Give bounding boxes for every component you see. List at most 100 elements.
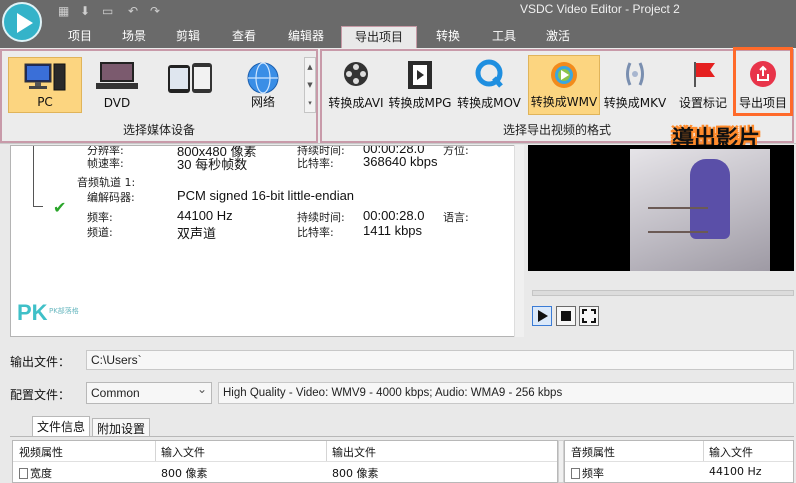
menu-activate[interactable]: 激活 <box>536 26 580 48</box>
stop-icon <box>561 311 571 321</box>
menu-editor[interactable]: 编辑器 <box>280 26 332 48</box>
column-separator <box>703 441 704 461</box>
audio-language-label: 语言: <box>443 211 469 224</box>
window-title: VSDC Video Editor - Project 2 <box>520 2 680 16</box>
menu-convert[interactable]: 转换 <box>426 26 470 48</box>
video-bitrate-value: 368640 kbps <box>363 154 438 169</box>
quicktime-icon <box>475 59 503 88</box>
tab-extra-settings[interactable]: 附加设置 <box>92 418 151 436</box>
tree-line <box>33 146 34 206</box>
table-row[interactable]: 宽度 <box>19 465 52 481</box>
output-file-field[interactable]: C:\Users` <box>86 350 794 370</box>
audio-frequency-label: 频率: <box>87 211 113 224</box>
audio-bitrate-label: 比特率: <box>297 226 334 239</box>
film-reel-icon <box>344 62 368 86</box>
video-table-header-property: 视频属性 <box>19 446 63 459</box>
document-icon <box>571 468 580 479</box>
video-table-header-input: 输入文件 <box>161 446 205 459</box>
menu-export-project[interactable]: 导出项目 <box>341 26 417 48</box>
quick-access-save-icon[interactable]: ▦ <box>58 4 69 18</box>
play-button[interactable] <box>532 306 552 326</box>
profile-label: 配置文件： <box>10 388 71 402</box>
app-logo-icon[interactable] <box>2 2 42 42</box>
windows-media-icon <box>551 62 577 88</box>
audio-codec-label: 编解码器: <box>87 191 135 204</box>
device-web-label: 网络 <box>250 95 275 109</box>
preview-frame-image <box>630 149 770 271</box>
desktop-pc-icon <box>24 63 66 91</box>
device-dvd-button[interactable]: DVD <box>84 57 150 113</box>
video-preview <box>528 145 794 271</box>
convert-mkv-button[interactable]: 转换成MKV <box>602 55 668 115</box>
convert-mpg-label: 转换成MPG <box>388 96 452 110</box>
audio-frequency-table-label: 频率 <box>582 467 604 480</box>
video-table-header-output: 输出文件 <box>332 446 376 459</box>
check-icon: ✔ <box>53 198 67 217</box>
undo-icon[interactable]: ↶ <box>128 4 138 18</box>
column-separator <box>155 441 156 461</box>
menu-scene[interactable]: 场景 <box>112 26 156 48</box>
audio-channels-value: 双声道 <box>177 226 217 241</box>
device-pc-button[interactable]: PC <box>8 57 82 113</box>
watermark-logo: PK <box>17 300 48 325</box>
table-row[interactable]: 频率 <box>571 465 604 481</box>
audio-properties-table: 音频属性 输入文件 频率 44100 Hz <box>564 440 794 483</box>
menu-view[interactable]: 查看 <box>222 26 266 48</box>
video-framerate-label: 帧速率: <box>87 157 124 170</box>
convert-wmv-button[interactable]: 转换成WMV <box>528 55 600 115</box>
device-web-button[interactable]: 网络 <box>230 57 296 113</box>
play-icon <box>538 310 548 322</box>
audio-table-header-property: 音频属性 <box>571 446 615 459</box>
video-width-label: 宽度 <box>30 467 52 480</box>
device-mobile-button[interactable] <box>156 57 226 113</box>
video-width-input-value: 800 像素 <box>161 467 208 480</box>
row-separator <box>565 461 793 462</box>
device-gallery-scroll[interactable]: ▲ ▼ ▾ <box>304 57 316 113</box>
quick-access-download-icon[interactable]: ⬇ <box>80 4 90 18</box>
tab-file-info[interactable]: 文件信息 <box>32 416 91 436</box>
info-scrollbar[interactable] <box>514 145 524 337</box>
audio-duration-value: 00:00:28.0 <box>363 208 425 223</box>
menu-edit[interactable]: 剪辑 <box>166 26 210 48</box>
tree-branch <box>33 206 43 207</box>
sled-shape <box>648 207 708 233</box>
video-framerate-value: 30 每秒帧数 <box>177 157 248 172</box>
convert-wmv-label: 转换成WMV <box>530 95 598 109</box>
audio-track-title: 音频轨道 1: <box>77 176 136 189</box>
media-device-group: PC DVD 网络 ▲ ▼ ▾ 选择媒体设备 <box>0 49 318 143</box>
stop-button[interactable] <box>556 306 576 326</box>
redo-icon[interactable]: ↷ <box>150 4 160 18</box>
profile-dropdown[interactable]: Common <box>86 382 212 404</box>
video-properties-table: 视频属性 输入文件 输出文件 宽度 800 像素 800 像素 <box>12 440 558 483</box>
video-bitrate-label: 比特率: <box>297 157 334 170</box>
convert-mpg-button[interactable]: 转换成MPG <box>388 55 452 115</box>
convert-mkv-label: 转换成MKV <box>603 96 667 110</box>
set-marker-button[interactable]: 设置标记 <box>674 55 732 115</box>
audio-channels-label: 频道: <box>87 226 113 239</box>
output-file-label: 输出文件： <box>10 355 71 369</box>
convert-mov-button[interactable]: 转换成MOV <box>456 55 522 115</box>
preview-seek-bar[interactable] <box>532 290 794 296</box>
film-strip-icon <box>408 61 432 89</box>
media-info-panel: ✔ 分辨率: 800x480 像素 持续时间: 00:00:28.0 方位: 帧… <box>10 145 516 337</box>
audio-frequency-value: 44100 Hz <box>177 208 233 223</box>
menu-tools[interactable]: 工具 <box>482 26 526 48</box>
quick-access-window-icon[interactable]: ▭ <box>102 4 113 18</box>
dvd-player-icon <box>96 62 138 89</box>
convert-avi-button[interactable]: 转换成AVI <box>326 55 386 115</box>
convert-mov-label: 转换成MOV <box>457 96 521 110</box>
profile-description-field[interactable]: High Quality - Video: WMV9 - 4000 kbps; … <box>218 382 794 404</box>
red-flag-icon <box>694 62 715 87</box>
audio-bitrate-value: 1411 kbps <box>363 223 423 238</box>
menu-project[interactable]: 项目 <box>58 26 102 48</box>
row-separator <box>13 461 557 462</box>
set-marker-label: 设置标记 <box>678 96 727 110</box>
tab-divider <box>10 436 794 437</box>
document-icon <box>19 468 28 479</box>
title-bar: ▦ ⬇ ▭ ↶ ↷ VSDC Video Editor - Project 2 … <box>0 0 796 48</box>
audio-frequency-input-value: 44100 Hz <box>709 465 762 478</box>
fullscreen-button[interactable] <box>579 306 599 326</box>
web-globe-icon <box>247 62 279 94</box>
device-pc-label: PC <box>37 95 53 109</box>
watermark-subtitle: PK部落格 <box>49 307 79 315</box>
